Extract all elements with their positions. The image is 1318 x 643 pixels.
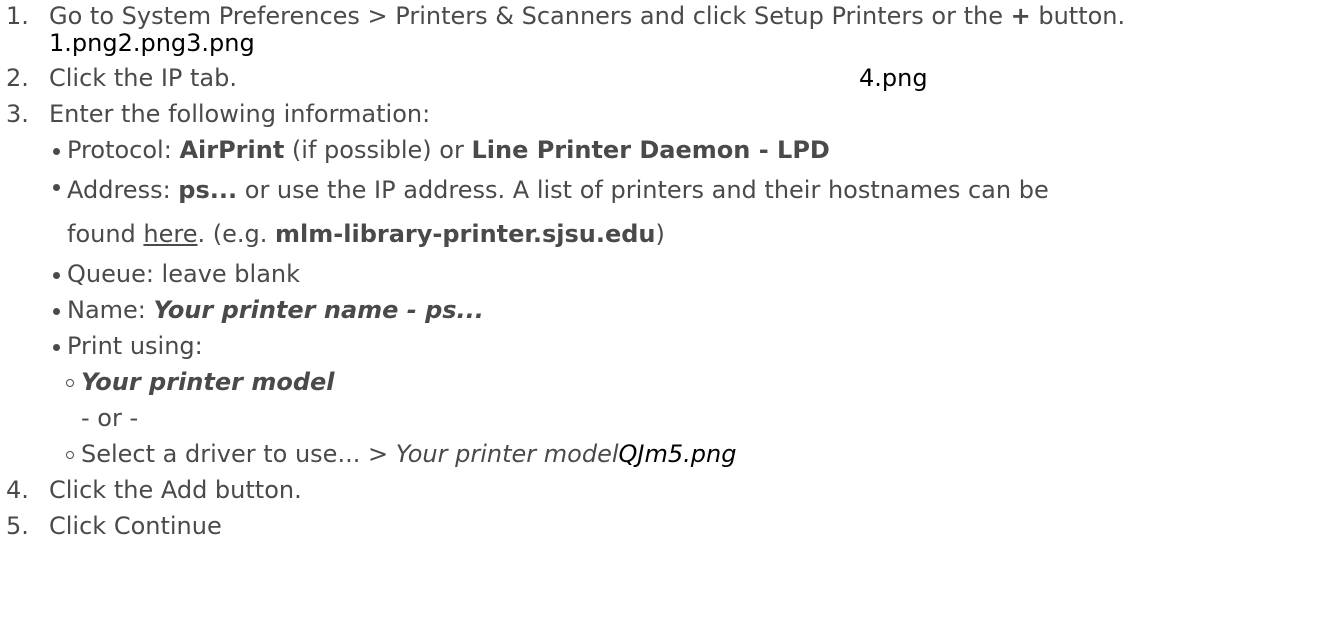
protocol-item: Protocol: AirPrint (if possible) or Line…: [0, 132, 1318, 168]
step-text: Click Continue: [49, 512, 222, 540]
option-printer-model: Your printer model: [0, 364, 1318, 400]
print-using-item: Print using: Your printer model - or - S…: [0, 328, 1318, 472]
or-separator: - or -: [81, 404, 139, 432]
step-number: 1.: [6, 2, 29, 30]
address-item: Address: ps... or use the IP address. A …: [0, 168, 1318, 256]
steps-list: 1. Go to System Preferences > Printers &…: [0, 0, 1318, 544]
print-using-options: Your printer model: [0, 364, 1318, 400]
step-2: 2. Click the IP tab. 4.png: [0, 60, 1318, 96]
queue-item: Queue: leave blank: [0, 256, 1318, 292]
info-list: Protocol: AirPrint (if possible) or Line…: [0, 132, 1318, 472]
name-item: Name: Your printer name - ps...: [0, 292, 1318, 328]
step-image-alt-text: 4.png: [859, 64, 928, 92]
step-text: Click the Add button.: [49, 476, 302, 504]
step-images-alt-text: 1.png2.png3.png: [49, 29, 255, 57]
plus-icon: +: [1010, 2, 1031, 30]
step-5: 5. Click Continue: [0, 508, 1318, 544]
step-text: Go to System Preferences > Printers & Sc…: [49, 2, 1126, 30]
step-text: Click the IP tab.: [49, 64, 237, 92]
printers-list-link[interactable]: here: [143, 220, 197, 248]
print-using-options-2: Select a driver to use... > Your printer…: [0, 436, 1318, 472]
step-number: 2.: [6, 64, 29, 92]
step-number: 3.: [6, 100, 29, 128]
step-4: 4. Click the Add button.: [0, 472, 1318, 508]
option-image-alt-text: QJm5.png: [618, 440, 737, 468]
instructions-document: 1. Go to System Preferences > Printers &…: [0, 0, 1318, 544]
step-number: 5.: [6, 512, 29, 540]
step-3: 3. Enter the following information: Prot…: [0, 96, 1318, 472]
step-1: 1. Go to System Preferences > Printers &…: [0, 0, 1318, 56]
option-select-driver: Select a driver to use... > Your printer…: [0, 436, 1318, 472]
step-number: 4.: [6, 476, 29, 504]
step-text: Enter the following information:: [49, 100, 431, 128]
